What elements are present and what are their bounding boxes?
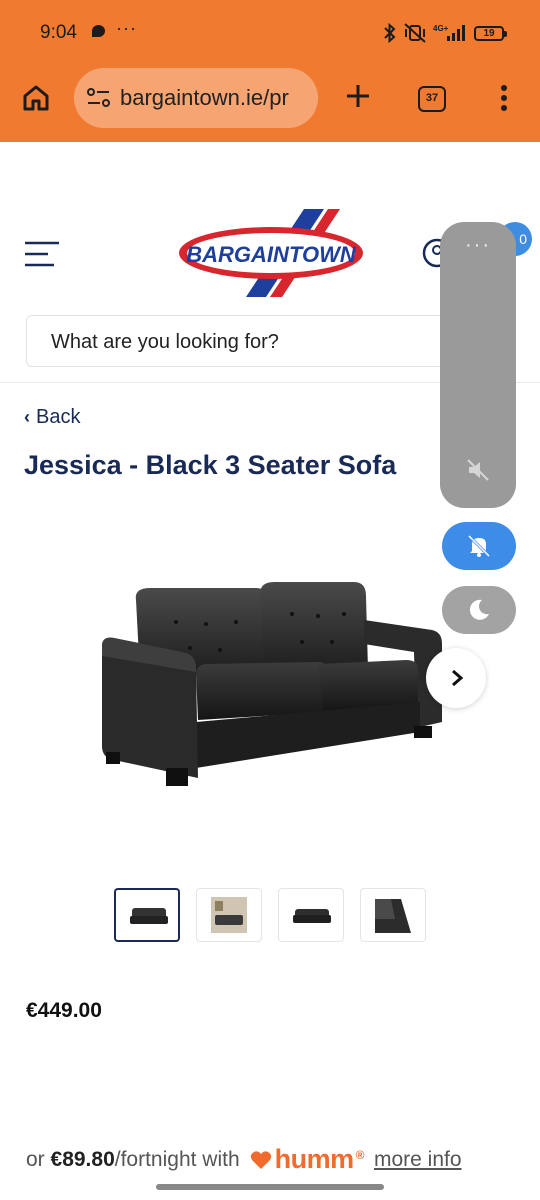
bell-off-icon [467, 534, 491, 558]
product-price: €449.00 [26, 999, 102, 1022]
humm-label: humm [274, 1144, 355, 1174]
status-icons: 4G+ 19 [383, 20, 507, 46]
chat-bubble-icon [92, 25, 105, 37]
finance-offer: or €89.80 /fortnight with humm ® more in… [26, 1144, 462, 1175]
vibrate-off-icon [404, 23, 426, 43]
bargaintown-logo[interactable]: BARGAINTOWN [176, 205, 366, 301]
next-image-button[interactable] [426, 648, 486, 708]
gesture-bar[interactable] [156, 1184, 384, 1190]
thumbnail-3[interactable] [278, 888, 344, 942]
humm-registered-mark: ® [355, 1148, 365, 1162]
status-time: 9:04 [40, 22, 77, 43]
floating-panel-dots: ··· [465, 234, 491, 256]
search-input[interactable]: What are you looking for? [26, 315, 496, 367]
hamburger-menu-icon[interactable] [24, 240, 60, 268]
svg-text:4G+: 4G+ [433, 24, 449, 33]
chevron-right-icon [452, 669, 464, 687]
logo-text: BARGAINTOWN [186, 242, 357, 267]
status-more-dots: ··· [116, 18, 137, 38]
search-placeholder: What are you looking for? [51, 331, 279, 353]
url-text: bargaintown.ie/pr [120, 85, 289, 110]
back-link[interactable]: ‹ Back [24, 406, 80, 429]
thumbnail-strip [114, 888, 426, 942]
thumbnail-4[interactable] [360, 888, 426, 942]
finance-prefix: or [26, 1147, 51, 1171]
humm-logo: humm ® [250, 1144, 365, 1175]
thumbnail-1[interactable] [114, 888, 180, 942]
more-vert-icon[interactable] [494, 82, 514, 114]
site-settings-icon[interactable] [86, 87, 112, 109]
chevron-left-icon: ‹ [24, 407, 30, 427]
mute-icon[interactable] [466, 458, 490, 482]
address-bar[interactable]: bargaintown.ie/pr [74, 68, 318, 128]
plus-icon[interactable] [342, 80, 374, 112]
signal-icon: 4G+ [433, 24, 465, 41]
notification-toggle[interactable] [442, 522, 516, 570]
dark-mode-toggle[interactable] [442, 586, 516, 634]
humm-heart-icon [250, 1150, 271, 1169]
screen: 9:04 ··· 4G+ 19 bargaintown.ie/pr 37 BAR… [0, 0, 540, 1200]
finance-suffix: /fortnight with [114, 1147, 240, 1171]
thumbnail-2[interactable] [196, 888, 262, 942]
home-icon[interactable] [20, 82, 52, 114]
floating-panel[interactable]: ··· [440, 222, 516, 508]
moon-icon [469, 599, 489, 620]
browser-chrome: 9:04 ··· 4G+ 19 bargaintown.ie/pr 37 [0, 0, 540, 142]
bluetooth-icon [384, 23, 396, 43]
back-label: Back [36, 406, 81, 428]
battery-icon: 19 [474, 25, 507, 41]
tabs-button[interactable]: 37 [418, 86, 446, 112]
product-image[interactable] [96, 572, 446, 800]
finance-amount: €89.80 [50, 1147, 115, 1171]
more-info-link[interactable]: more info [374, 1148, 462, 1172]
